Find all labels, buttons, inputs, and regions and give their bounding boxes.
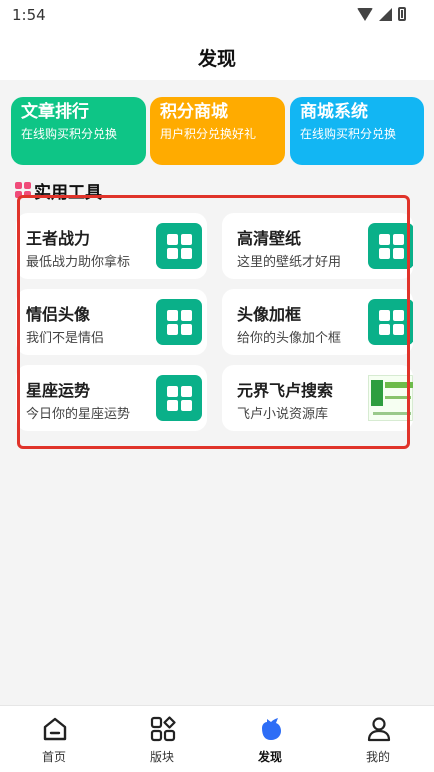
tool-card-king-power[interactable]: 王者战力 最低战力助你拿标: [16, 213, 207, 279]
tools-section-icon: [15, 182, 31, 198]
nav-label: 发现: [257, 750, 282, 764]
nav-label: 版块: [149, 750, 174, 764]
promo-title: 商城系统: [300, 102, 368, 122]
tool-desc: 这里的壁纸才好用: [237, 255, 342, 270]
grid-icon: [368, 299, 413, 345]
tool-desc: 飞卢小说资源库: [237, 407, 329, 422]
tool-card-horoscope[interactable]: 星座运势 今日你的星座运势: [16, 365, 207, 431]
section-title: 实用工具: [34, 183, 102, 203]
tool-name: 高清壁纸: [237, 229, 302, 248]
status-bar: 1:54: [0, 0, 434, 30]
promo-card-shop-system[interactable]: 商城系统 在线购买积分兑换: [290, 97, 424, 165]
home-icon: [43, 717, 67, 741]
tool-desc: 我们不是情侣: [26, 331, 105, 346]
promo-card-article-ranking[interactable]: 文章排行 在线购买积分兑换: [11, 97, 146, 165]
bottom-nav: 首页 版块 发现 我的: [0, 705, 434, 772]
status-icons: [357, 7, 406, 21]
promo-title: 积分商城: [160, 102, 228, 122]
wifi-icon: [357, 7, 373, 21]
status-time: 1:54: [12, 6, 46, 24]
tool-desc: 最低战力助你拿标: [26, 255, 131, 270]
tool-name: 情侣头像: [26, 305, 91, 324]
battery-icon: [398, 7, 406, 21]
tool-name: 王者战力: [26, 229, 91, 248]
tool-desc: 今日你的星座运势: [26, 407, 131, 422]
nav-item-profile[interactable]: 我的: [324, 706, 432, 772]
tool-card-couple-avatar[interactable]: 情侣头像 我们不是情侣: [16, 289, 207, 355]
nav-item-home[interactable]: 首页: [0, 706, 108, 772]
promo-desc: 在线购买积分兑换: [300, 127, 397, 141]
grid-icon: [156, 375, 202, 421]
grid-icon: [156, 299, 202, 345]
tool-desc: 给你的头像加个框: [237, 331, 342, 346]
nav-label: 首页: [41, 750, 66, 764]
novel-logo-icon: [368, 375, 413, 421]
promo-desc: 用户积分兑换好礼: [160, 127, 257, 141]
discover-icon: [262, 718, 281, 740]
nav-item-sections[interactable]: 版块: [108, 706, 216, 772]
tool-card-novel-search[interactable]: 元界飞卢搜索 飞卢小说资源库: [222, 365, 413, 431]
nav-label: 我的: [365, 750, 390, 764]
signal-icon: [379, 7, 392, 21]
page-title: 发现: [197, 48, 236, 70]
tool-name: 星座运势: [26, 381, 91, 400]
header: 发现: [0, 30, 434, 80]
promo-desc: 在线购买积分兑换: [21, 127, 118, 141]
tool-name: 元界飞卢搜索: [237, 381, 334, 400]
grid-icon: [368, 223, 413, 269]
tool-name: 头像加框: [237, 305, 302, 324]
promo-card-points-mall[interactable]: 积分商城 用户积分兑换好礼: [150, 97, 285, 165]
promo-title: 文章排行: [21, 102, 89, 122]
tool-card-hd-wallpaper[interactable]: 高清壁纸 这里的壁纸才好用: [222, 213, 413, 279]
profile-icon: [367, 717, 391, 742]
grid-icon: [156, 223, 202, 269]
apps-icon: [150, 716, 176, 742]
nav-item-discover[interactable]: 发现: [216, 706, 324, 772]
tool-card-avatar-frame[interactable]: 头像加框 给你的头像加个框: [222, 289, 413, 355]
